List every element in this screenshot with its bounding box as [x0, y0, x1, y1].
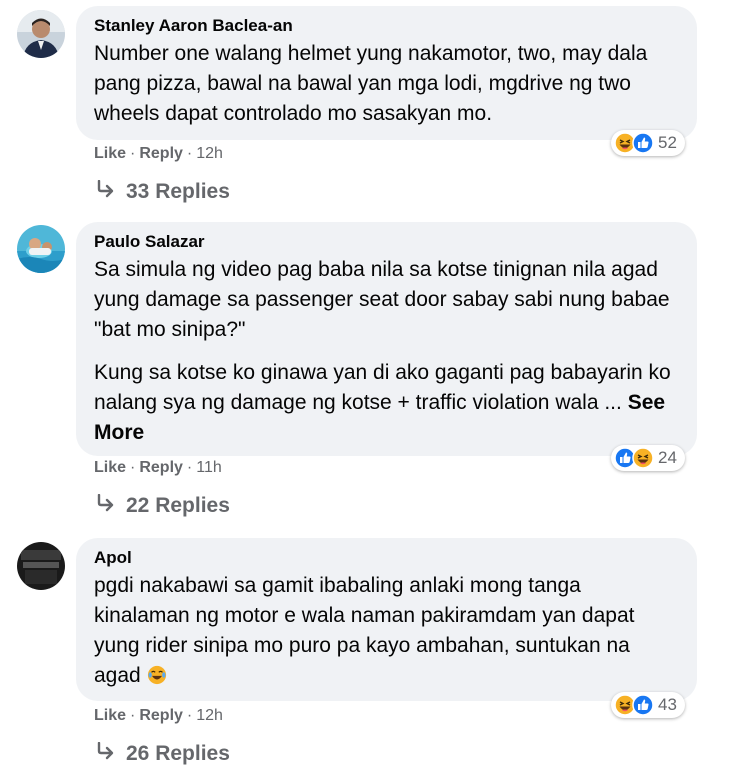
comment-author[interactable]: Apol [94, 548, 681, 568]
comment-text-continued: Kung sa kotse ko ginawa yan di ako gagan… [94, 358, 681, 448]
reply-button[interactable]: Reply [139, 707, 183, 725]
reaction-count: 43 [658, 695, 677, 714]
comment-bubble: Apol pgdi nakabawi sa gamit ibabaling an… [76, 538, 697, 701]
replies-label: 22 Replies [126, 494, 230, 517]
reaction-summary[interactable]: 24 [611, 445, 685, 471]
avatar-image [17, 542, 65, 590]
comment-timestamp[interactable]: 12h [196, 145, 223, 163]
like-button[interactable]: Like [94, 145, 126, 163]
comment-timestamp[interactable]: 12h [196, 707, 223, 725]
reaction-count: 52 [658, 133, 677, 152]
comment-author[interactable]: Paulo Salazar [94, 232, 681, 252]
comment-text-block: pgdi nakabawi sa gamit ibabaling anlaki … [94, 571, 681, 691]
comment-text: pgdi nakabawi sa gamit ibabaling anlaki … [94, 574, 635, 687]
comment-bubble: Stanley Aaron Baclea-an Number one walan… [76, 6, 697, 140]
separator-dot: · [186, 707, 193, 724]
haha-icon [632, 447, 654, 469]
laughing-crying-emoji-icon [147, 664, 167, 685]
comment-bubble: Paulo Salazar Sa simula ng video pag bab… [76, 222, 697, 456]
replies-label: 33 Replies [126, 180, 230, 203]
reaction-count: 24 [658, 448, 677, 467]
separator-dot: · [130, 707, 136, 724]
like-button[interactable]: Like [94, 707, 126, 725]
comment-actions: Like · Reply · 11h [94, 459, 222, 477]
avatar[interactable] [17, 10, 65, 58]
comment-author[interactable]: Stanley Aaron Baclea-an [94, 16, 681, 36]
reaction-summary[interactable]: 52 [611, 130, 685, 156]
comment-actions: Like · Reply · 12h [94, 145, 223, 163]
reply-arrow-icon [96, 741, 116, 766]
reply-arrow-icon [96, 179, 116, 204]
like-icon [632, 694, 654, 716]
avatar-image [17, 225, 65, 273]
view-replies-button[interactable]: 22 Replies [96, 493, 230, 518]
reply-arrow-icon [96, 493, 116, 518]
separator-dot: · [186, 459, 193, 476]
avatar[interactable] [17, 542, 65, 590]
avatar[interactable] [17, 225, 65, 273]
view-replies-button[interactable]: 33 Replies [96, 179, 230, 204]
separator-dot: · [130, 145, 136, 162]
separator-dot: · [186, 145, 193, 162]
comment-actions: Like · Reply · 12h [94, 707, 223, 725]
separator-dot: · [130, 459, 136, 476]
reaction-summary[interactable]: 43 [611, 692, 685, 718]
reply-button[interactable]: Reply [139, 459, 183, 477]
view-replies-button[interactable]: 26 Replies [96, 741, 230, 766]
comment-text: Number one walang helmet yung nakamotor,… [94, 42, 648, 125]
like-button[interactable]: Like [94, 459, 126, 477]
reply-button[interactable]: Reply [139, 145, 183, 163]
replies-label: 26 Replies [126, 742, 230, 765]
comment-text: Kung sa kotse ko ginawa yan di ako gagan… [94, 361, 671, 414]
avatar-image [17, 10, 65, 58]
comment-text: Sa simula ng video pag baba nila sa kots… [94, 258, 670, 341]
like-icon [632, 132, 654, 154]
comment-timestamp[interactable]: 11h [196, 459, 222, 477]
